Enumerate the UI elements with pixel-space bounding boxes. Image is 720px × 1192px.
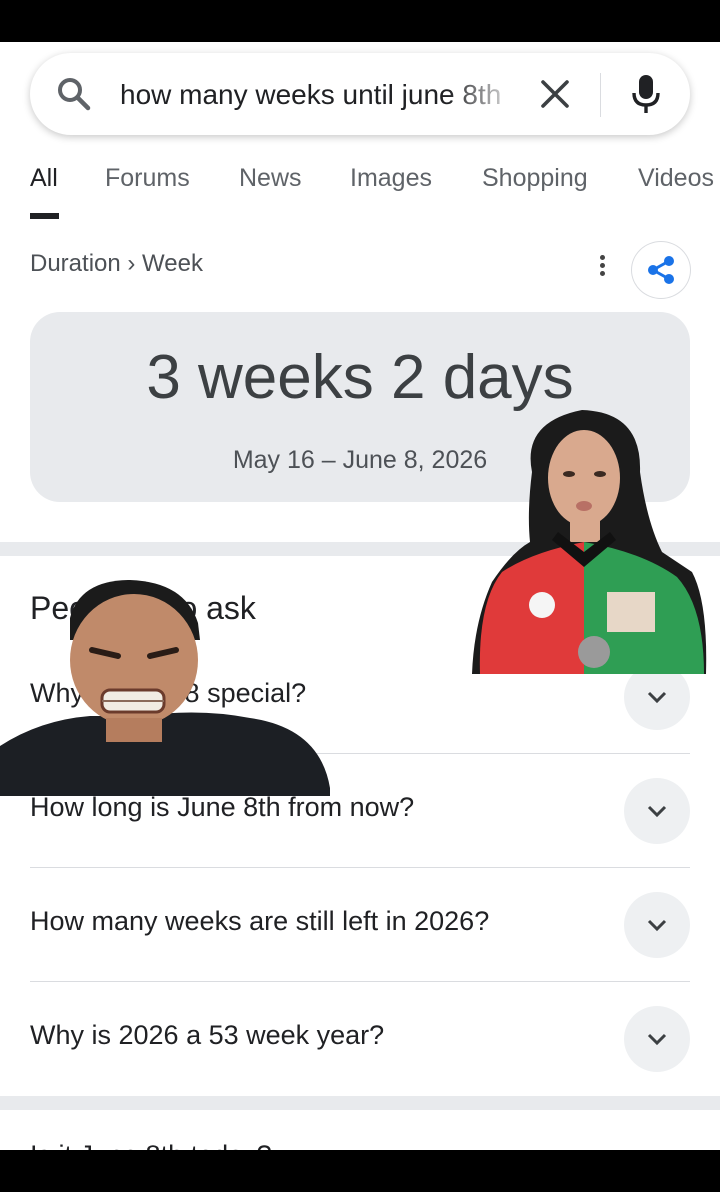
breadcrumb: Duration › Week (30, 250, 203, 277)
search-tabs: All Forums News Images Shopping Videos (0, 160, 720, 220)
chevron-down-icon (647, 1033, 667, 1046)
paa-question[interactable]: Why is 2026 a 53 week year? (30, 982, 690, 1096)
next-section-heading: Is it June 8th today? (30, 1140, 272, 1150)
search-icon[interactable] (56, 76, 92, 112)
expand-button[interactable] (624, 892, 690, 958)
man-sticker (0, 580, 330, 796)
tab-images[interactable]: Images (350, 164, 432, 193)
share-icon (648, 256, 674, 284)
close-icon[interactable] (538, 77, 572, 111)
paa-question[interactable]: How many weeks are still left in 2026? (30, 868, 690, 982)
tab-shopping[interactable]: Shopping (482, 164, 588, 193)
microphone-icon[interactable] (630, 73, 662, 115)
paa-question-text: How long is June 8th from now? (30, 792, 415, 822)
chevron-down-icon (647, 805, 667, 818)
chevron-down-icon (647, 919, 667, 932)
share-button[interactable] (631, 241, 691, 299)
more-options-icon[interactable] (590, 252, 614, 282)
section-divider (0, 1096, 720, 1110)
expand-button[interactable] (624, 1006, 690, 1072)
chevron-down-icon (647, 691, 667, 704)
tab-all[interactable]: All (30, 164, 58, 193)
tab-forums[interactable]: Forums (105, 164, 190, 193)
status-bar (0, 0, 720, 42)
tab-news[interactable]: News (239, 164, 302, 193)
tab-videos[interactable]: Videos (638, 164, 714, 193)
expand-button[interactable] (624, 778, 690, 844)
paa-question-text: How many weeks are still left in 2026? (30, 906, 490, 936)
active-tab-indicator (30, 213, 59, 219)
woman-sticker (472, 410, 707, 674)
search-bar-divider (600, 73, 601, 117)
paa-question-text: Why is 2026 a 53 week year? (30, 1020, 385, 1050)
search-bar[interactable]: how many weeks until june 8th (30, 53, 690, 135)
search-input[interactable]: how many weeks until june 8th (120, 77, 520, 113)
navigation-bar (0, 1150, 720, 1192)
